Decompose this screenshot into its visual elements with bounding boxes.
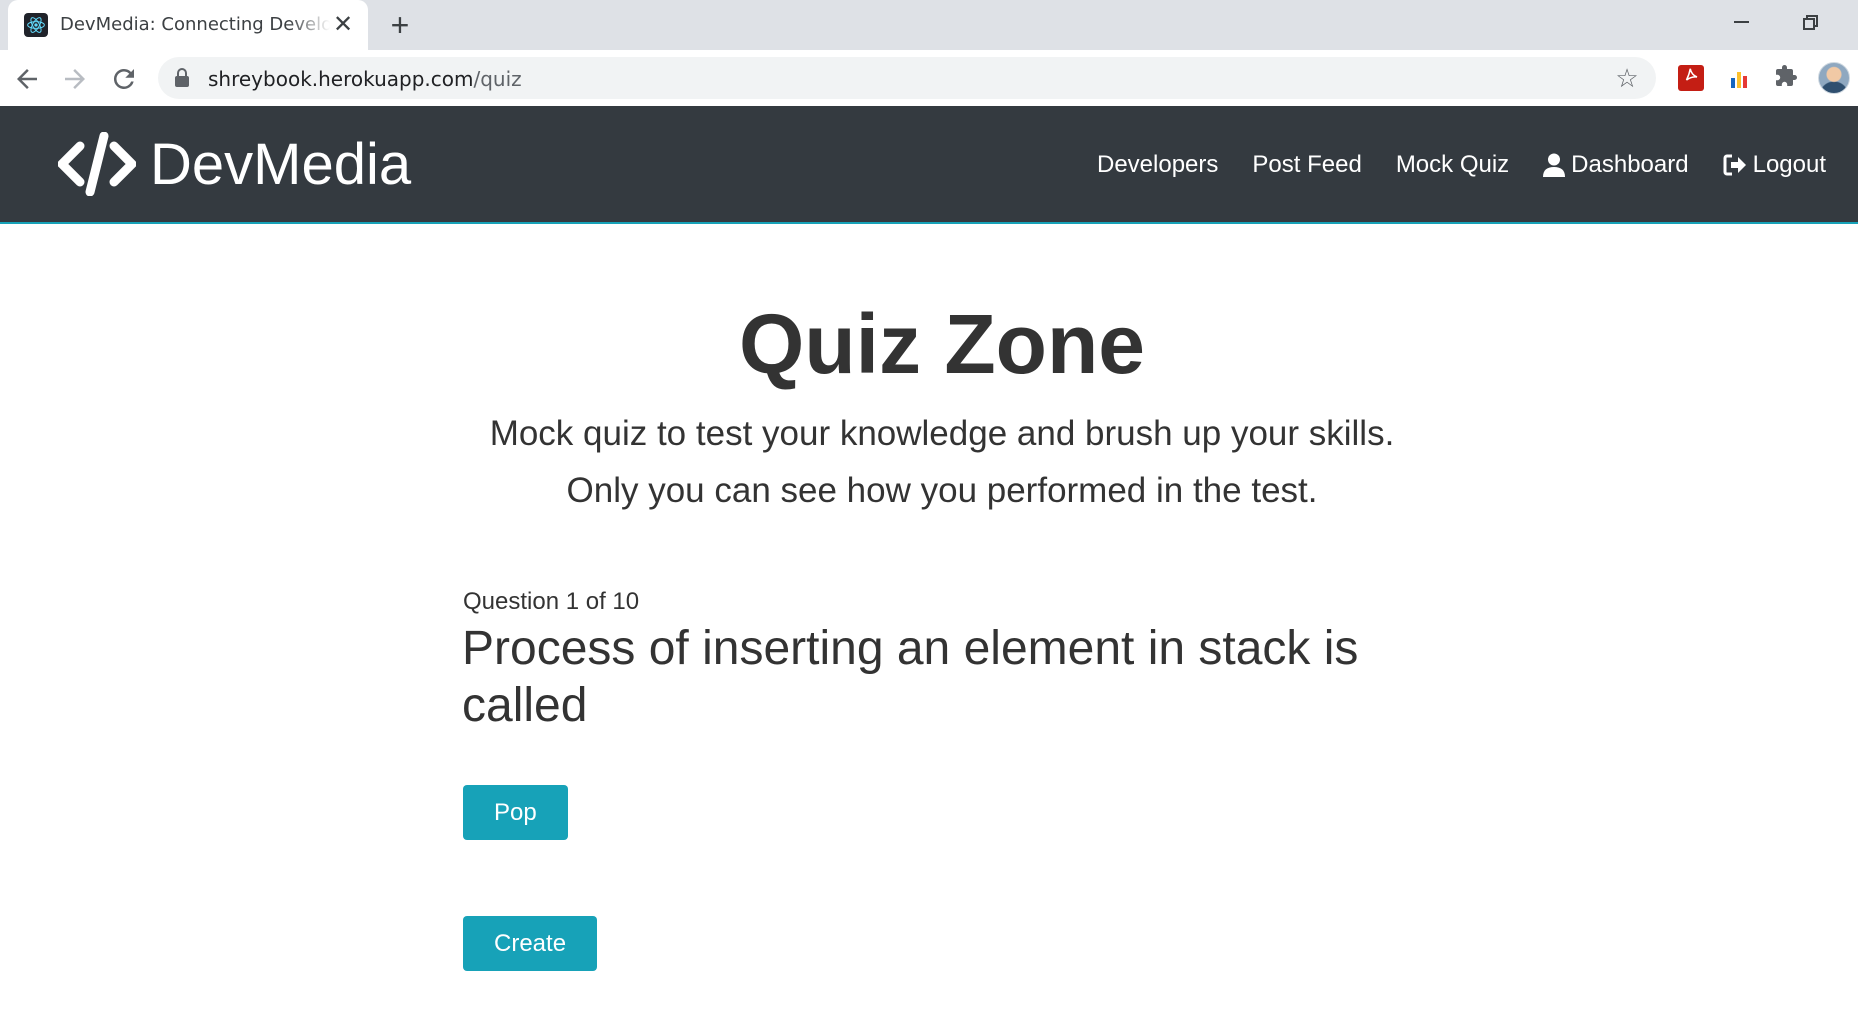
browser-toolbar: shreybook.herokuapp.com/quiz ☆ (0, 50, 1858, 106)
pdf-extension-icon[interactable] (1678, 65, 1704, 91)
question-text: Process of inserting an element in stack… (462, 622, 1359, 732)
forward-arrow-icon[interactable] (60, 64, 90, 94)
browser-tabstrip: DevMedia: Connecting Developers ✕ + (0, 0, 1858, 50)
browser-tab[interactable]: DevMedia: Connecting Developers ✕ (8, 0, 368, 50)
site-navbar: DevMedia Developers Post Feed Mock Quiz … (0, 106, 1858, 224)
bookmark-star-icon[interactable]: ☆ (1612, 63, 1642, 93)
minimize-window-icon[interactable] (1726, 10, 1756, 40)
question-counter: Question 1 of 10 (463, 588, 640, 615)
close-tab-icon[interactable]: ✕ (330, 12, 356, 38)
nav-link-post-feed[interactable]: Post Feed (1252, 151, 1361, 179)
url-path: /quiz (473, 67, 522, 91)
user-icon (1543, 153, 1566, 177)
url-text: shreybook.herokuapp.com/quiz (208, 67, 522, 91)
lead-text-1: Mock quiz to test your knowledge and bru… (489, 414, 1395, 453)
reload-icon[interactable] (109, 64, 139, 94)
nav-link-label: Mock Quiz (1395, 151, 1510, 178)
nav-links: Developers Post Feed Mock Quiz Dashboard… (1097, 106, 1826, 224)
code-icon (58, 132, 136, 196)
address-bar[interactable]: shreybook.herokuapp.com/quiz ☆ (158, 57, 1656, 99)
nav-link-label: Post Feed (1252, 151, 1362, 178)
nav-link-dashboard[interactable]: Dashboard (1543, 151, 1689, 179)
react-favicon-icon (24, 13, 48, 37)
nav-link-logout[interactable]: Logout (1723, 151, 1826, 179)
new-tab-button[interactable]: + (384, 9, 416, 42)
brand-name: DevMedia (150, 131, 412, 197)
lead-text-2: Only you can see how you performed in th… (566, 471, 1318, 510)
profile-avatar[interactable] (1818, 62, 1850, 94)
tab-title: DevMedia: Connecting Developers (60, 14, 330, 35)
restore-window-icon[interactable] (1796, 8, 1826, 38)
page-title: Quiz Zone (739, 297, 1145, 391)
answer-option-button[interactable]: Create (463, 916, 598, 971)
bars-extension-icon[interactable] (1726, 68, 1752, 88)
answer-option-button[interactable]: Pop (463, 785, 568, 840)
brand-logo-link[interactable]: DevMedia (58, 124, 411, 204)
nav-link-label: Logout (1752, 151, 1826, 178)
nav-link-label: Developers (1097, 151, 1219, 178)
nav-link-label: Dashboard (1571, 151, 1689, 178)
url-host: shreybook.herokuapp.com (208, 67, 474, 91)
lock-icon[interactable] (174, 68, 190, 88)
extensions-puzzle-icon[interactable] (1772, 64, 1800, 92)
back-arrow-icon[interactable] (12, 64, 42, 94)
sign-out-icon (1723, 154, 1747, 176)
nav-link-mock-quiz[interactable]: Mock Quiz (1396, 151, 1509, 179)
nav-link-developers[interactable]: Developers (1097, 151, 1218, 179)
